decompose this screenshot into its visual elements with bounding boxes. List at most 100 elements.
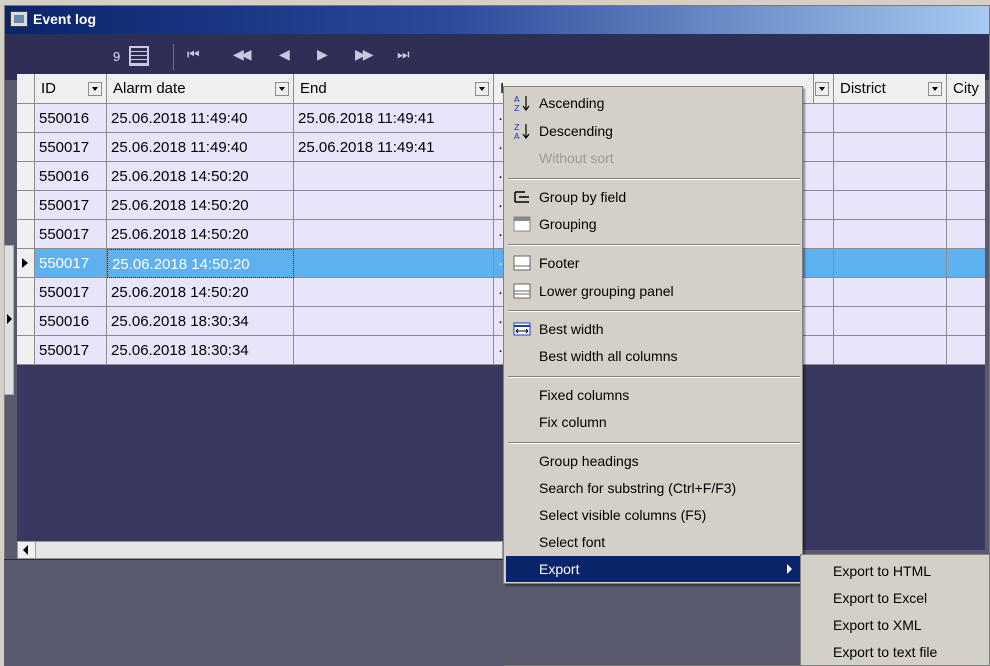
cell-district[interactable] bbox=[834, 336, 947, 365]
cell-date[interactable]: 25.06.2018 18:30:34 bbox=[107, 307, 294, 336]
menu-item-export-text[interactable]: Export to text file bbox=[803, 639, 989, 665]
table-row[interactable]: 550017 25.06.2018 14:50:20 · bbox=[17, 220, 985, 249]
grid-view-icon[interactable] bbox=[129, 46, 149, 66]
cell-id[interactable]: 550017 bbox=[35, 336, 107, 365]
menu-item-fixed-columns[interactable]: Fixed columns bbox=[506, 382, 800, 408]
cell-date[interactable]: 25.06.2018 11:49:40 bbox=[107, 133, 294, 162]
cell-id[interactable]: 550017 bbox=[35, 249, 107, 278]
menu-item-descending[interactable]: Z A Descending bbox=[506, 118, 800, 144]
next-page-icon[interactable]: ▶▶ bbox=[355, 46, 373, 63]
table-row[interactable]: 550017 25.06.2018 14:50:20 · bbox=[17, 191, 985, 220]
menu-item-best-width[interactable]: Best width bbox=[506, 316, 800, 342]
cell-end[interactable]: 25.06.2018 11:49:41 bbox=[294, 133, 494, 162]
cell-city[interactable] bbox=[947, 162, 985, 191]
row-indicator[interactable] bbox=[17, 191, 35, 220]
cell-district[interactable] bbox=[834, 278, 947, 307]
filter-dropdown-icon[interactable] bbox=[815, 82, 829, 96]
window-app-icon[interactable] bbox=[10, 11, 28, 27]
prev-page-icon[interactable]: ◀◀ bbox=[233, 46, 251, 63]
cell-city[interactable] bbox=[947, 104, 985, 133]
cell-id[interactable]: 550017 bbox=[35, 191, 107, 220]
cell-city[interactable] bbox=[947, 133, 985, 162]
first-record-icon[interactable]: ⏮ bbox=[187, 46, 199, 63]
column-header-end[interactable]: End bbox=[294, 74, 494, 104]
cell-end[interactable] bbox=[294, 278, 494, 307]
column-header-alarm-date[interactable]: Alarm date bbox=[107, 74, 294, 104]
menu-item-group-by-field[interactable]: Group by field bbox=[506, 184, 800, 210]
cell-date[interactable]: 25.06.2018 14:50:20 bbox=[107, 249, 294, 278]
filter-dropdown-icon[interactable] bbox=[475, 82, 489, 96]
cell-date[interactable]: 25.06.2018 18:30:34 bbox=[107, 336, 294, 365]
cell-end[interactable] bbox=[294, 249, 494, 278]
row-indicator[interactable] bbox=[17, 104, 35, 133]
menu-item-export[interactable]: Export bbox=[506, 556, 800, 582]
last-record-icon[interactable]: ⏭ bbox=[397, 46, 409, 63]
horizontal-scrollbar[interactable] bbox=[17, 541, 503, 559]
cell-end[interactable] bbox=[294, 162, 494, 191]
table-row[interactable]: 550016 25.06.2018 11:49:40 25.06.2018 11:4… bbox=[17, 104, 985, 133]
next-record-icon[interactable]: ▶ bbox=[317, 46, 328, 63]
cell-id[interactable]: 550016 bbox=[35, 162, 107, 191]
menu-item-export-html[interactable]: Export to HTML bbox=[803, 558, 989, 584]
row-indicator[interactable] bbox=[17, 278, 35, 307]
cell-district[interactable] bbox=[834, 249, 947, 278]
cell-date[interactable]: 25.06.2018 14:50:20 bbox=[107, 278, 294, 307]
cell-district[interactable] bbox=[834, 307, 947, 336]
cell-city[interactable] bbox=[947, 278, 985, 307]
left-splitter[interactable] bbox=[4, 245, 14, 395]
cell-city[interactable] bbox=[947, 307, 985, 336]
table-row[interactable]: 550017 25.06.2018 14:50:20 · bbox=[17, 249, 985, 278]
menu-item-grouping[interactable]: Grouping bbox=[506, 211, 800, 237]
table-row[interactable]: 550017 25.06.2018 18:30:34 · bbox=[17, 336, 985, 365]
menu-item-footer[interactable]: Footer bbox=[506, 250, 800, 276]
menu-item-best-width-all-columns[interactable]: Best width all columns bbox=[506, 343, 800, 369]
cell-end[interactable] bbox=[294, 336, 494, 365]
cell-city[interactable] bbox=[947, 336, 985, 365]
menu-item-lower-grouping-panel[interactable]: Lower grouping panel bbox=[506, 278, 800, 304]
row-indicator[interactable] bbox=[17, 336, 35, 365]
table-row[interactable]: 550017 25.06.2018 14:50:20 · bbox=[17, 278, 985, 307]
cell-district[interactable] bbox=[834, 104, 947, 133]
cell-id[interactable]: 550017 bbox=[35, 220, 107, 249]
row-indicator[interactable] bbox=[17, 249, 35, 278]
expand-arrow-icon[interactable] bbox=[7, 314, 12, 324]
menu-item-ascending[interactable]: A Z Ascending bbox=[506, 90, 800, 116]
cell-city[interactable] bbox=[947, 220, 985, 249]
cell-id[interactable]: 550017 bbox=[35, 133, 107, 162]
cell-district[interactable] bbox=[834, 191, 947, 220]
column-header-hidden[interactable] bbox=[814, 74, 834, 104]
cell-id[interactable]: 550017 bbox=[35, 278, 107, 307]
prev-record-icon[interactable]: ◀ bbox=[279, 46, 290, 63]
row-indicator[interactable] bbox=[17, 307, 35, 336]
cell-date[interactable]: 25.06.2018 11:49:40 bbox=[107, 104, 294, 133]
cell-date[interactable]: 25.06.2018 14:50:20 bbox=[107, 220, 294, 249]
cell-district[interactable] bbox=[834, 133, 947, 162]
column-header-city[interactable]: City bbox=[947, 74, 985, 104]
menu-item-group-headings[interactable]: Group headings bbox=[506, 448, 800, 474]
row-indicator[interactable] bbox=[17, 220, 35, 249]
filter-dropdown-icon[interactable] bbox=[928, 82, 942, 96]
cell-date[interactable]: 25.06.2018 14:50:20 bbox=[107, 162, 294, 191]
filter-dropdown-icon[interactable] bbox=[275, 82, 289, 96]
cell-end[interactable]: 25.06.2018 11:49:41 bbox=[294, 104, 494, 133]
menu-item-export-xml[interactable]: Export to XML bbox=[803, 612, 989, 638]
menu-item-fix-column[interactable]: Fix column bbox=[506, 409, 800, 435]
cell-id[interactable]: 550016 bbox=[35, 104, 107, 133]
column-header-id[interactable]: ID bbox=[35, 74, 107, 104]
menu-item-select-visible-columns[interactable]: Select visible columns (F5) bbox=[506, 502, 800, 528]
table-row[interactable]: 550017 25.06.2018 11:49:40 25.06.2018 11:4… bbox=[17, 133, 985, 162]
cell-city[interactable] bbox=[947, 191, 985, 220]
cell-date[interactable]: 25.06.2018 14:50:20 bbox=[107, 191, 294, 220]
filter-dropdown-icon[interactable] bbox=[88, 82, 102, 96]
cell-district[interactable] bbox=[834, 162, 947, 191]
cell-end[interactable] bbox=[294, 220, 494, 249]
cell-city[interactable] bbox=[947, 249, 985, 278]
cell-id[interactable]: 550016 bbox=[35, 307, 107, 336]
table-row[interactable]: 550016 25.06.2018 14:50:20 · bbox=[17, 162, 985, 191]
column-header-district[interactable]: District bbox=[834, 74, 947, 104]
table-row[interactable]: 550016 25.06.2018 18:30:34 · bbox=[17, 307, 985, 336]
menu-item-search-substring[interactable]: Search for substring (Ctrl+F/F3) bbox=[506, 475, 800, 501]
row-indicator[interactable] bbox=[17, 133, 35, 162]
menu-item-select-font[interactable]: Select font bbox=[506, 529, 800, 555]
scroll-left-icon[interactable] bbox=[18, 542, 36, 558]
